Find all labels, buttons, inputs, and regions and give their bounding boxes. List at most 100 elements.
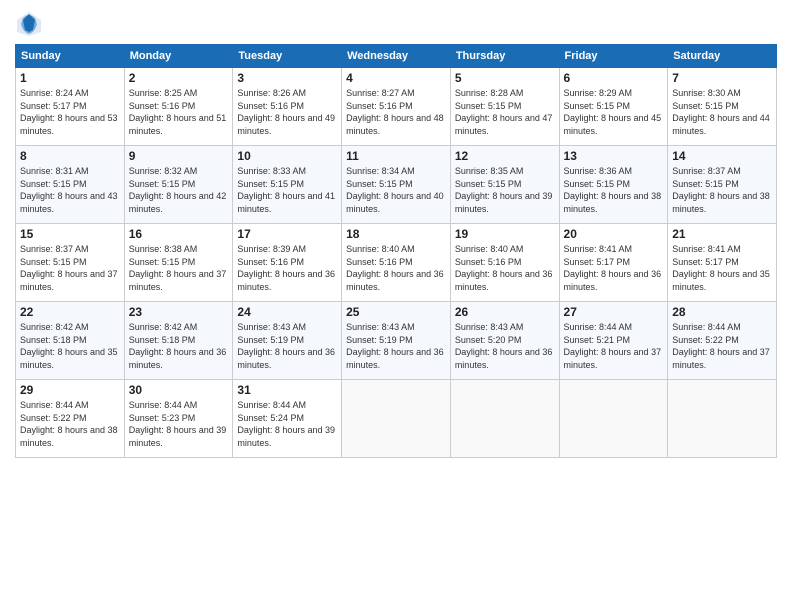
day-detail: Sunrise: 8:37 AMSunset: 5:15 PMDaylight:… bbox=[672, 165, 772, 215]
day-number: 13 bbox=[564, 149, 664, 163]
day-number: 7 bbox=[672, 71, 772, 85]
day-cell: 21 Sunrise: 8:41 AMSunset: 5:17 PMDaylig… bbox=[668, 224, 777, 302]
day-detail: Sunrise: 8:27 AMSunset: 5:16 PMDaylight:… bbox=[346, 87, 446, 137]
day-cell: 31 Sunrise: 8:44 AMSunset: 5:24 PMDaylig… bbox=[233, 380, 342, 458]
day-number: 30 bbox=[129, 383, 229, 397]
day-number: 1 bbox=[20, 71, 120, 85]
day-cell bbox=[668, 380, 777, 458]
day-cell: 15 Sunrise: 8:37 AMSunset: 5:15 PMDaylig… bbox=[16, 224, 125, 302]
day-cell bbox=[559, 380, 668, 458]
day-number: 10 bbox=[237, 149, 337, 163]
day-cell: 18 Sunrise: 8:40 AMSunset: 5:16 PMDaylig… bbox=[342, 224, 451, 302]
day-number: 14 bbox=[672, 149, 772, 163]
day-detail: Sunrise: 8:31 AMSunset: 5:15 PMDaylight:… bbox=[20, 165, 120, 215]
day-number: 21 bbox=[672, 227, 772, 241]
week-row-3: 15 Sunrise: 8:37 AMSunset: 5:15 PMDaylig… bbox=[16, 224, 777, 302]
day-number: 19 bbox=[455, 227, 555, 241]
day-number: 6 bbox=[564, 71, 664, 85]
day-number: 23 bbox=[129, 305, 229, 319]
day-number: 18 bbox=[346, 227, 446, 241]
day-detail: Sunrise: 8:37 AMSunset: 5:15 PMDaylight:… bbox=[20, 243, 120, 293]
day-cell: 30 Sunrise: 8:44 AMSunset: 5:23 PMDaylig… bbox=[124, 380, 233, 458]
day-detail: Sunrise: 8:44 AMSunset: 5:22 PMDaylight:… bbox=[672, 321, 772, 371]
day-number: 28 bbox=[672, 305, 772, 319]
weekday-header-row: SundayMondayTuesdayWednesdayThursdayFrid… bbox=[16, 45, 777, 68]
header bbox=[15, 10, 777, 38]
logo bbox=[15, 10, 47, 38]
page: SundayMondayTuesdayWednesdayThursdayFrid… bbox=[0, 0, 792, 612]
day-cell: 17 Sunrise: 8:39 AMSunset: 5:16 PMDaylig… bbox=[233, 224, 342, 302]
day-cell: 29 Sunrise: 8:44 AMSunset: 5:22 PMDaylig… bbox=[16, 380, 125, 458]
day-number: 15 bbox=[20, 227, 120, 241]
weekday-tuesday: Tuesday bbox=[233, 45, 342, 68]
day-number: 29 bbox=[20, 383, 120, 397]
day-detail: Sunrise: 8:42 AMSunset: 5:18 PMDaylight:… bbox=[129, 321, 229, 371]
day-cell: 4 Sunrise: 8:27 AMSunset: 5:16 PMDayligh… bbox=[342, 68, 451, 146]
day-detail: Sunrise: 8:44 AMSunset: 5:22 PMDaylight:… bbox=[20, 399, 120, 449]
day-detail: Sunrise: 8:38 AMSunset: 5:15 PMDaylight:… bbox=[129, 243, 229, 293]
day-cell bbox=[450, 380, 559, 458]
day-detail: Sunrise: 8:44 AMSunset: 5:23 PMDaylight:… bbox=[129, 399, 229, 449]
day-number: 27 bbox=[564, 305, 664, 319]
day-detail: Sunrise: 8:36 AMSunset: 5:15 PMDaylight:… bbox=[564, 165, 664, 215]
day-cell: 12 Sunrise: 8:35 AMSunset: 5:15 PMDaylig… bbox=[450, 146, 559, 224]
day-cell: 20 Sunrise: 8:41 AMSunset: 5:17 PMDaylig… bbox=[559, 224, 668, 302]
day-detail: Sunrise: 8:42 AMSunset: 5:18 PMDaylight:… bbox=[20, 321, 120, 371]
day-number: 20 bbox=[564, 227, 664, 241]
day-cell: 14 Sunrise: 8:37 AMSunset: 5:15 PMDaylig… bbox=[668, 146, 777, 224]
day-cell: 27 Sunrise: 8:44 AMSunset: 5:21 PMDaylig… bbox=[559, 302, 668, 380]
day-number: 17 bbox=[237, 227, 337, 241]
day-detail: Sunrise: 8:39 AMSunset: 5:16 PMDaylight:… bbox=[237, 243, 337, 293]
day-detail: Sunrise: 8:41 AMSunset: 5:17 PMDaylight:… bbox=[564, 243, 664, 293]
day-number: 11 bbox=[346, 149, 446, 163]
day-cell: 23 Sunrise: 8:42 AMSunset: 5:18 PMDaylig… bbox=[124, 302, 233, 380]
day-number: 5 bbox=[455, 71, 555, 85]
day-detail: Sunrise: 8:43 AMSunset: 5:19 PMDaylight:… bbox=[346, 321, 446, 371]
day-number: 8 bbox=[20, 149, 120, 163]
day-detail: Sunrise: 8:43 AMSunset: 5:20 PMDaylight:… bbox=[455, 321, 555, 371]
day-detail: Sunrise: 8:30 AMSunset: 5:15 PMDaylight:… bbox=[672, 87, 772, 137]
day-detail: Sunrise: 8:44 AMSunset: 5:24 PMDaylight:… bbox=[237, 399, 337, 449]
week-row-4: 22 Sunrise: 8:42 AMSunset: 5:18 PMDaylig… bbox=[16, 302, 777, 380]
day-cell: 28 Sunrise: 8:44 AMSunset: 5:22 PMDaylig… bbox=[668, 302, 777, 380]
day-detail: Sunrise: 8:40 AMSunset: 5:16 PMDaylight:… bbox=[455, 243, 555, 293]
day-cell: 25 Sunrise: 8:43 AMSunset: 5:19 PMDaylig… bbox=[342, 302, 451, 380]
week-row-2: 8 Sunrise: 8:31 AMSunset: 5:15 PMDayligh… bbox=[16, 146, 777, 224]
day-detail: Sunrise: 8:40 AMSunset: 5:16 PMDaylight:… bbox=[346, 243, 446, 293]
day-detail: Sunrise: 8:24 AMSunset: 5:17 PMDaylight:… bbox=[20, 87, 120, 137]
day-cell: 24 Sunrise: 8:43 AMSunset: 5:19 PMDaylig… bbox=[233, 302, 342, 380]
day-cell: 7 Sunrise: 8:30 AMSunset: 5:15 PMDayligh… bbox=[668, 68, 777, 146]
day-number: 3 bbox=[237, 71, 337, 85]
day-number: 16 bbox=[129, 227, 229, 241]
day-cell: 22 Sunrise: 8:42 AMSunset: 5:18 PMDaylig… bbox=[16, 302, 125, 380]
day-detail: Sunrise: 8:32 AMSunset: 5:15 PMDaylight:… bbox=[129, 165, 229, 215]
day-number: 22 bbox=[20, 305, 120, 319]
weekday-sunday: Sunday bbox=[16, 45, 125, 68]
day-cell: 8 Sunrise: 8:31 AMSunset: 5:15 PMDayligh… bbox=[16, 146, 125, 224]
day-detail: Sunrise: 8:33 AMSunset: 5:15 PMDaylight:… bbox=[237, 165, 337, 215]
day-detail: Sunrise: 8:26 AMSunset: 5:16 PMDaylight:… bbox=[237, 87, 337, 137]
week-row-5: 29 Sunrise: 8:44 AMSunset: 5:22 PMDaylig… bbox=[16, 380, 777, 458]
weekday-wednesday: Wednesday bbox=[342, 45, 451, 68]
day-cell: 3 Sunrise: 8:26 AMSunset: 5:16 PMDayligh… bbox=[233, 68, 342, 146]
logo-icon bbox=[15, 10, 43, 38]
calendar-table: SundayMondayTuesdayWednesdayThursdayFrid… bbox=[15, 44, 777, 458]
day-cell: 10 Sunrise: 8:33 AMSunset: 5:15 PMDaylig… bbox=[233, 146, 342, 224]
day-cell: 13 Sunrise: 8:36 AMSunset: 5:15 PMDaylig… bbox=[559, 146, 668, 224]
day-cell: 26 Sunrise: 8:43 AMSunset: 5:20 PMDaylig… bbox=[450, 302, 559, 380]
day-cell: 2 Sunrise: 8:25 AMSunset: 5:16 PMDayligh… bbox=[124, 68, 233, 146]
day-number: 4 bbox=[346, 71, 446, 85]
week-row-1: 1 Sunrise: 8:24 AMSunset: 5:17 PMDayligh… bbox=[16, 68, 777, 146]
day-cell: 16 Sunrise: 8:38 AMSunset: 5:15 PMDaylig… bbox=[124, 224, 233, 302]
day-detail: Sunrise: 8:28 AMSunset: 5:15 PMDaylight:… bbox=[455, 87, 555, 137]
day-cell: 6 Sunrise: 8:29 AMSunset: 5:15 PMDayligh… bbox=[559, 68, 668, 146]
day-number: 2 bbox=[129, 71, 229, 85]
day-number: 26 bbox=[455, 305, 555, 319]
day-detail: Sunrise: 8:35 AMSunset: 5:15 PMDaylight:… bbox=[455, 165, 555, 215]
weekday-monday: Monday bbox=[124, 45, 233, 68]
weekday-friday: Friday bbox=[559, 45, 668, 68]
day-detail: Sunrise: 8:25 AMSunset: 5:16 PMDaylight:… bbox=[129, 87, 229, 137]
day-number: 25 bbox=[346, 305, 446, 319]
day-detail: Sunrise: 8:29 AMSunset: 5:15 PMDaylight:… bbox=[564, 87, 664, 137]
day-number: 31 bbox=[237, 383, 337, 397]
